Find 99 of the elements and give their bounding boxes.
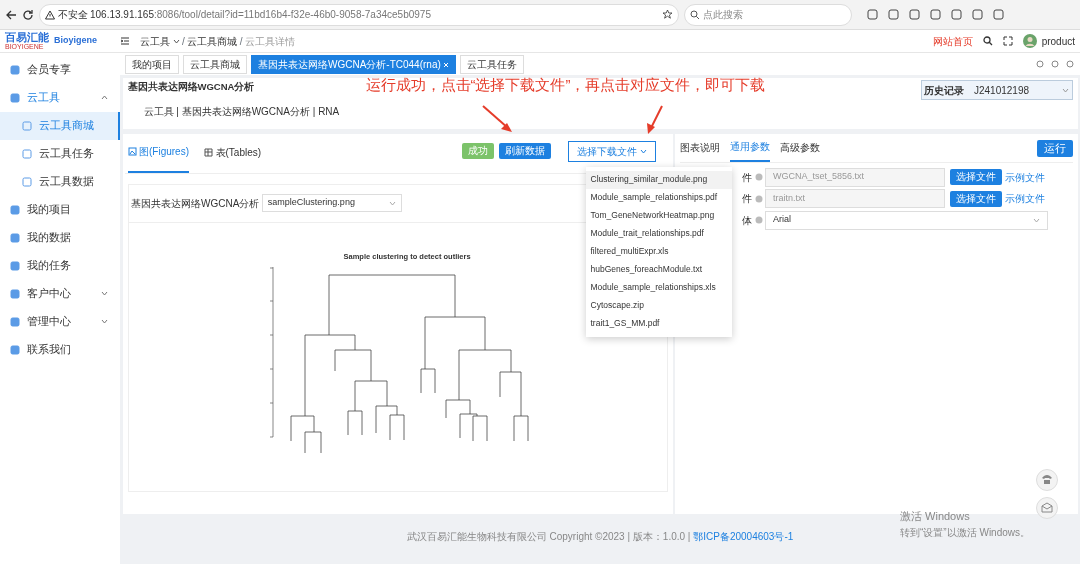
run-button[interactable]: 运行 — [1036, 140, 1073, 158]
page-tab[interactable]: 云工具任务 — [460, 54, 525, 74]
tool-subtitle: 云工具 | 基因共表达网络WGCNA分析 | RNA — [143, 105, 340, 120]
table-icon — [204, 147, 213, 157]
sidebar-item[interactable]: 联系我们 — [0, 335, 120, 364]
annotation-text: 运行成功，点击“选择下载文件”，再点击对应文件，即可下载 — [365, 74, 766, 95]
url-text: 106.13.91.165:8086/tool/detail?id=11bd16b4-f32e-46b0-9058-7a34ce5b0975 — [90, 8, 431, 22]
os-notice-text: 转到“设置”以激活 Windows。 — [900, 525, 1030, 540]
toolbar-icon[interactable] — [951, 9, 962, 20]
menu-item[interactable]: Cytoscape.zip — [585, 296, 732, 315]
sidebar-item[interactable]: 云工具任务 — [0, 139, 120, 168]
menu-item-icon — [22, 176, 32, 187]
menu-item[interactable]: Module_sample_relationships.xls — [585, 278, 732, 297]
sidebar-item[interactable]: 云工具 — [0, 83, 120, 112]
view-tab[interactable]: 表(Tables) — [204, 144, 262, 172]
file-field: WGCNA_tset_5856.txt — [765, 167, 945, 187]
footer-text: 武汉百易汇能生物科技有限公司 Copyright ©2023 | 版本：1.0.0 | 鄂ICP备20004603号-1 — [406, 529, 794, 544]
param-tab[interactable]: 通用参数 — [730, 138, 770, 162]
sidebar-item[interactable]: 客户中心 — [0, 279, 120, 308]
menu-icon[interactable] — [120, 36, 130, 46]
search-placeholder: 点此搜索 — [702, 8, 743, 22]
search-icon — [690, 9, 700, 20]
sidebar-item[interactable]: 会员专享 — [0, 55, 120, 84]
address-bar[interactable]: 不安全 106.13.91.165:8086/tool/detail?id=11bd16b4-f32e-46b0-9058-7a34ce5b0975 — [39, 3, 679, 26]
menu-item[interactable]: trait1_GS_MM.pdf — [585, 314, 732, 333]
page-tab[interactable]: 基因共表达网络WGCNA分析-TC044(rna) — [251, 54, 457, 74]
sidebar-item[interactable]: 我的项目 — [0, 195, 120, 224]
example-file-link[interactable]: 示例文件 — [1004, 191, 1045, 206]
toolbar-icon[interactable] — [909, 9, 920, 20]
history-select[interactable]: 历史记录 J241012198 — [920, 80, 1073, 100]
menu-item-icon — [10, 288, 20, 299]
menu-item-icon — [22, 148, 32, 159]
help-icon — [754, 173, 763, 181]
home-link[interactable]: 网站首页 — [932, 33, 973, 49]
sidebar-item[interactable]: 云工具商城 — [0, 111, 120, 140]
os-notice-title: 激活 Windows — [900, 509, 971, 524]
breadcrumb-item[interactable]: 云工具 — [140, 33, 170, 49]
phone-icon[interactable] — [1036, 469, 1058, 491]
menu-item[interactable]: Module_sample_relationships.pdf — [585, 188, 732, 207]
toolbar-icon[interactable] — [972, 9, 983, 20]
search-icon[interactable] — [982, 36, 993, 46]
figure-select[interactable]: sampleClustering.png — [261, 194, 402, 212]
avatar-icon — [1022, 34, 1037, 48]
choose-file-button[interactable]: 选择文件 — [950, 169, 1002, 185]
choose-file-button[interactable]: 选择文件 — [950, 190, 1002, 207]
menu-item-icon — [10, 316, 20, 327]
toolbar-icon[interactable] — [867, 9, 878, 20]
tool-title: 基因共表达网络WGCNA分析 — [127, 80, 256, 94]
breadcrumb-item: 云工具详情 — [245, 34, 296, 49]
sidebar-item[interactable]: 我的数据 — [0, 223, 120, 252]
security-label: 不安全 — [57, 8, 88, 22]
caret-icon — [172, 37, 180, 45]
reload-icon[interactable] — [22, 8, 34, 21]
breadcrumb-separator: / — [239, 34, 243, 49]
example-file-link[interactable]: 示例文件 — [1004, 169, 1045, 185]
menu-item-icon — [10, 64, 20, 75]
figure-label: 基因共表达网络WGCNA分析 — [131, 196, 260, 211]
menu-item-icon — [10, 260, 20, 271]
breadcrumb-separator: / — [182, 34, 185, 49]
view-tab[interactable]: 图(Figures) — [127, 143, 189, 173]
menu-item-icon — [22, 120, 32, 131]
back-icon[interactable] — [5, 8, 17, 21]
toolbar-icon[interactable] — [993, 9, 1004, 20]
menu-item-icon — [10, 92, 20, 103]
menu-item[interactable]: Clustering_similar_module.png — [585, 170, 732, 189]
annotation-arrow — [480, 103, 515, 134]
sidebar-item[interactable]: 云工具数据 — [0, 167, 120, 196]
icp-link[interactable]: 鄂ICP备20004603号-1 — [693, 530, 794, 542]
menu-item-icon — [10, 232, 20, 243]
font-select[interactable]: Arial — [765, 210, 1048, 230]
menu-item-icon — [10, 344, 20, 355]
sidebar-item[interactable]: 我的任务 — [0, 251, 120, 280]
breadcrumb-item[interactable]: 云工具商城 — [187, 33, 238, 49]
menu-item[interactable]: Module_trait_relationships.pdf — [585, 224, 732, 243]
sidebar-item[interactable]: 管理中心 — [0, 307, 120, 336]
refresh-button[interactable]: 刷新数据 — [499, 143, 551, 159]
param-tab[interactable]: 高级参数 — [780, 139, 820, 161]
page-tab[interactable]: 云工具商城 — [183, 54, 247, 74]
param-tab[interactable]: 图表说明 — [680, 139, 720, 161]
menu-item[interactable]: Tom_GeneNetworkHeatmap.png — [585, 206, 732, 225]
close-icon[interactable] — [443, 61, 450, 68]
file-field: traitn.txt — [765, 189, 945, 208]
menu-item[interactable]: filtered_multiExpr.xls — [585, 242, 732, 261]
search-field[interactable]: 点此搜索 — [684, 3, 852, 26]
menu-item-icon — [10, 204, 20, 215]
image-icon — [127, 146, 137, 156]
menu-item[interactable]: hubGenes_foreachModule.txt — [585, 260, 732, 279]
star-icon[interactable] — [662, 9, 673, 20]
help-icon — [754, 194, 763, 203]
user-name[interactable]: product — [1041, 33, 1075, 49]
logo-text: Bioyigene — [54, 34, 97, 48]
download-select[interactable]: 选择下载文件 — [568, 140, 656, 162]
status-badge: 成功 — [462, 143, 494, 159]
mail-icon[interactable] — [1036, 497, 1058, 519]
warning-icon — [45, 9, 55, 20]
page-tab[interactable]: 我的项目 — [125, 54, 179, 74]
toolbar-icon[interactable] — [888, 9, 899, 20]
help-icon — [754, 216, 763, 224]
toolbar-icon[interactable] — [930, 9, 941, 20]
